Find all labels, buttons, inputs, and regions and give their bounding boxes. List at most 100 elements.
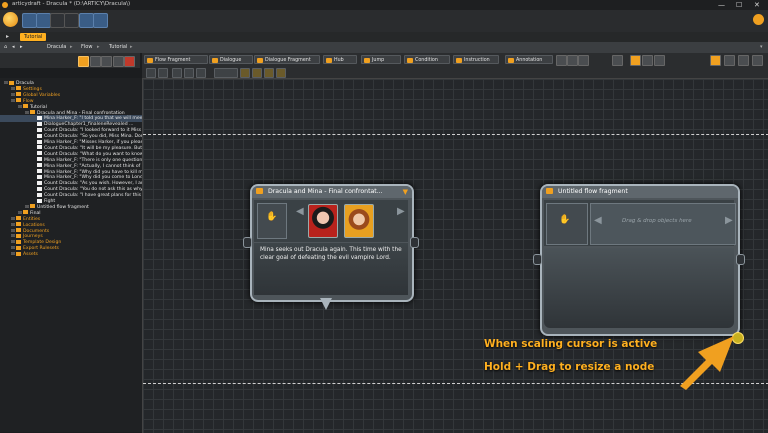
- fragment-body[interactable]: [544, 248, 734, 328]
- dialogue-fragment-icon: [37, 145, 42, 150]
- zoom-icon[interactable]: [612, 55, 623, 66]
- expand-toggle-icon[interactable]: ⊟: [11, 98, 15, 105]
- target-icon[interactable]: [101, 56, 112, 67]
- output-pin[interactable]: [736, 254, 745, 265]
- filter-icon[interactable]: [78, 56, 89, 67]
- search-icon[interactable]: [90, 56, 101, 67]
- scroll-right-icon[interactable]: ▶: [725, 215, 733, 226]
- expand-toggle-icon[interactable]: ⊟: [25, 110, 29, 117]
- folder-icon: [16, 222, 21, 227]
- breadcrumb-tutorial[interactable]: Tutorial: [109, 44, 127, 50]
- flow-fragment-header[interactable]: Untitled flow fragment: [542, 186, 738, 198]
- drop-zone[interactable]: [590, 203, 736, 245]
- pin-icon[interactable]: [642, 55, 653, 66]
- dialogue-fragment-icon: [37, 127, 42, 132]
- dialogue-fragment-icon: [37, 121, 42, 126]
- tree-item-label: Count Dracula: "I have great plans for t…: [44, 193, 142, 199]
- tab-label: Dialogue: [220, 58, 242, 63]
- delete-icon[interactable]: [124, 56, 135, 67]
- tab-flow-fragment[interactable]: Flow Fragment: [144, 55, 208, 64]
- navigate-up-icon[interactable]: [146, 68, 156, 78]
- expand-toggle-icon[interactable]: ⊟: [4, 80, 8, 87]
- breadcrumb-flow[interactable]: Flow: [81, 44, 92, 50]
- redo-icon[interactable]: [64, 13, 79, 28]
- dialogue-fragment-icon: [37, 186, 42, 191]
- tree-item[interactable]: ⊟ Assets: [11, 251, 38, 258]
- tab-jump[interactable]: Jump: [361, 55, 401, 64]
- pointer-icon[interactable]: [556, 55, 567, 66]
- group-icon[interactable]: [276, 68, 286, 78]
- expand-toggle-icon[interactable]: ⊟: [18, 104, 22, 111]
- tab-tutorial[interactable]: Tutorial: [20, 33, 47, 41]
- tab-annotation[interactable]: Annotation: [505, 55, 553, 64]
- align-icon[interactable]: [240, 68, 250, 78]
- dialogue-fragment-icon: [37, 180, 42, 185]
- move-icon[interactable]: [196, 68, 206, 78]
- link-icon[interactable]: [567, 55, 578, 66]
- hint-line-2: Hold + Drag to resize a node: [484, 361, 655, 373]
- flow-fragment-node[interactable]: Untitled flow fragment ✋ ◀ Drag & drop o…: [540, 184, 740, 336]
- dropdown-arrow-icon[interactable]: ▼: [403, 188, 408, 196]
- input-pin[interactable]: [243, 237, 252, 248]
- layout-tiles-icon[interactable]: [738, 55, 749, 66]
- close-button[interactable]: ✕: [754, 1, 760, 9]
- paste-icon[interactable]: [184, 68, 194, 78]
- scroll-left-icon[interactable]: ◀: [594, 215, 602, 226]
- breadcrumb-dropdown-icon[interactable]: ▾: [760, 44, 763, 50]
- tab-dialogue-fragment[interactable]: Dialogue Fragment: [254, 55, 320, 64]
- hand-icon: ✋: [559, 215, 571, 225]
- tab-condition[interactable]: Condition: [404, 55, 450, 64]
- input-pin[interactable]: [533, 254, 542, 265]
- annotation-icon: [508, 57, 514, 63]
- tab-hub[interactable]: Hub: [323, 55, 357, 64]
- dialogue-node[interactable]: Dracula and Mina - Final confrontat... ▼…: [250, 184, 414, 302]
- view-mode-icon[interactable]: [630, 55, 641, 66]
- mina-portrait[interactable]: [344, 204, 374, 238]
- forward-icon[interactable]: ▸: [20, 44, 23, 50]
- save-all-icon[interactable]: [36, 13, 51, 28]
- layout-details-icon[interactable]: [752, 55, 763, 66]
- document-tab-strip: [0, 32, 768, 42]
- output-pin[interactable]: [410, 237, 419, 248]
- tab-instruction[interactable]: Instruction: [453, 55, 499, 64]
- dialogue-node-text[interactable]: Mina seeks out Dracula again. This time …: [254, 243, 408, 295]
- back-icon[interactable]: ◂: [12, 44, 15, 50]
- layout-grid-icon[interactable]: [724, 55, 735, 66]
- breadcrumb-separator: ▸: [70, 44, 73, 50]
- copy-icon[interactable]: [172, 68, 182, 78]
- tab-label: Flow Fragment: [155, 58, 191, 63]
- home-icon[interactable]: ⌂: [4, 44, 7, 50]
- tab-dialogue[interactable]: Dialogue: [209, 55, 253, 64]
- sync-icon[interactable]: [79, 13, 94, 28]
- folder-icon: [16, 251, 21, 256]
- dracula-portrait[interactable]: [308, 204, 338, 238]
- layout-list-icon[interactable]: [710, 55, 721, 66]
- properties-icon[interactable]: [654, 55, 665, 66]
- minimize-button[interactable]: —: [718, 1, 725, 9]
- center-view-icon[interactable]: [158, 68, 168, 78]
- hub-icon: [326, 57, 332, 63]
- undo-icon[interactable]: [50, 13, 65, 28]
- dialogue-node-header[interactable]: Dracula and Mina - Final confrontat...: [252, 186, 412, 198]
- grid-icon[interactable]: [578, 55, 589, 66]
- maximize-button[interactable]: ☐: [736, 1, 742, 9]
- main-toolbar: [0, 10, 768, 32]
- save-icon[interactable]: [22, 13, 37, 28]
- dialogue-fragment-icon: [37, 115, 42, 120]
- expand-toggle-icon[interactable]: ⊟: [11, 251, 15, 258]
- format-icon[interactable]: [214, 68, 238, 78]
- dialogue-fragment-icon: [37, 174, 42, 179]
- folder-icon: [16, 92, 21, 97]
- dialogue-fragment-icon: [37, 157, 42, 162]
- breadcrumb-dracula[interactable]: Dracula: [47, 44, 66, 50]
- scroll-right-icon[interactable]: ▶: [397, 206, 405, 217]
- scroll-left-icon[interactable]: ◀: [296, 206, 304, 217]
- breadcrumb-separator: ▸: [97, 44, 100, 50]
- arrange-icon[interactable]: [264, 68, 274, 78]
- help-icon[interactable]: [93, 13, 108, 28]
- tab-menu-icon[interactable]: ▸: [6, 33, 9, 40]
- lock-icon[interactable]: [113, 56, 124, 67]
- user-icon[interactable]: [753, 14, 764, 25]
- articy-logo-icon[interactable]: [3, 12, 18, 27]
- distribute-icon[interactable]: [252, 68, 262, 78]
